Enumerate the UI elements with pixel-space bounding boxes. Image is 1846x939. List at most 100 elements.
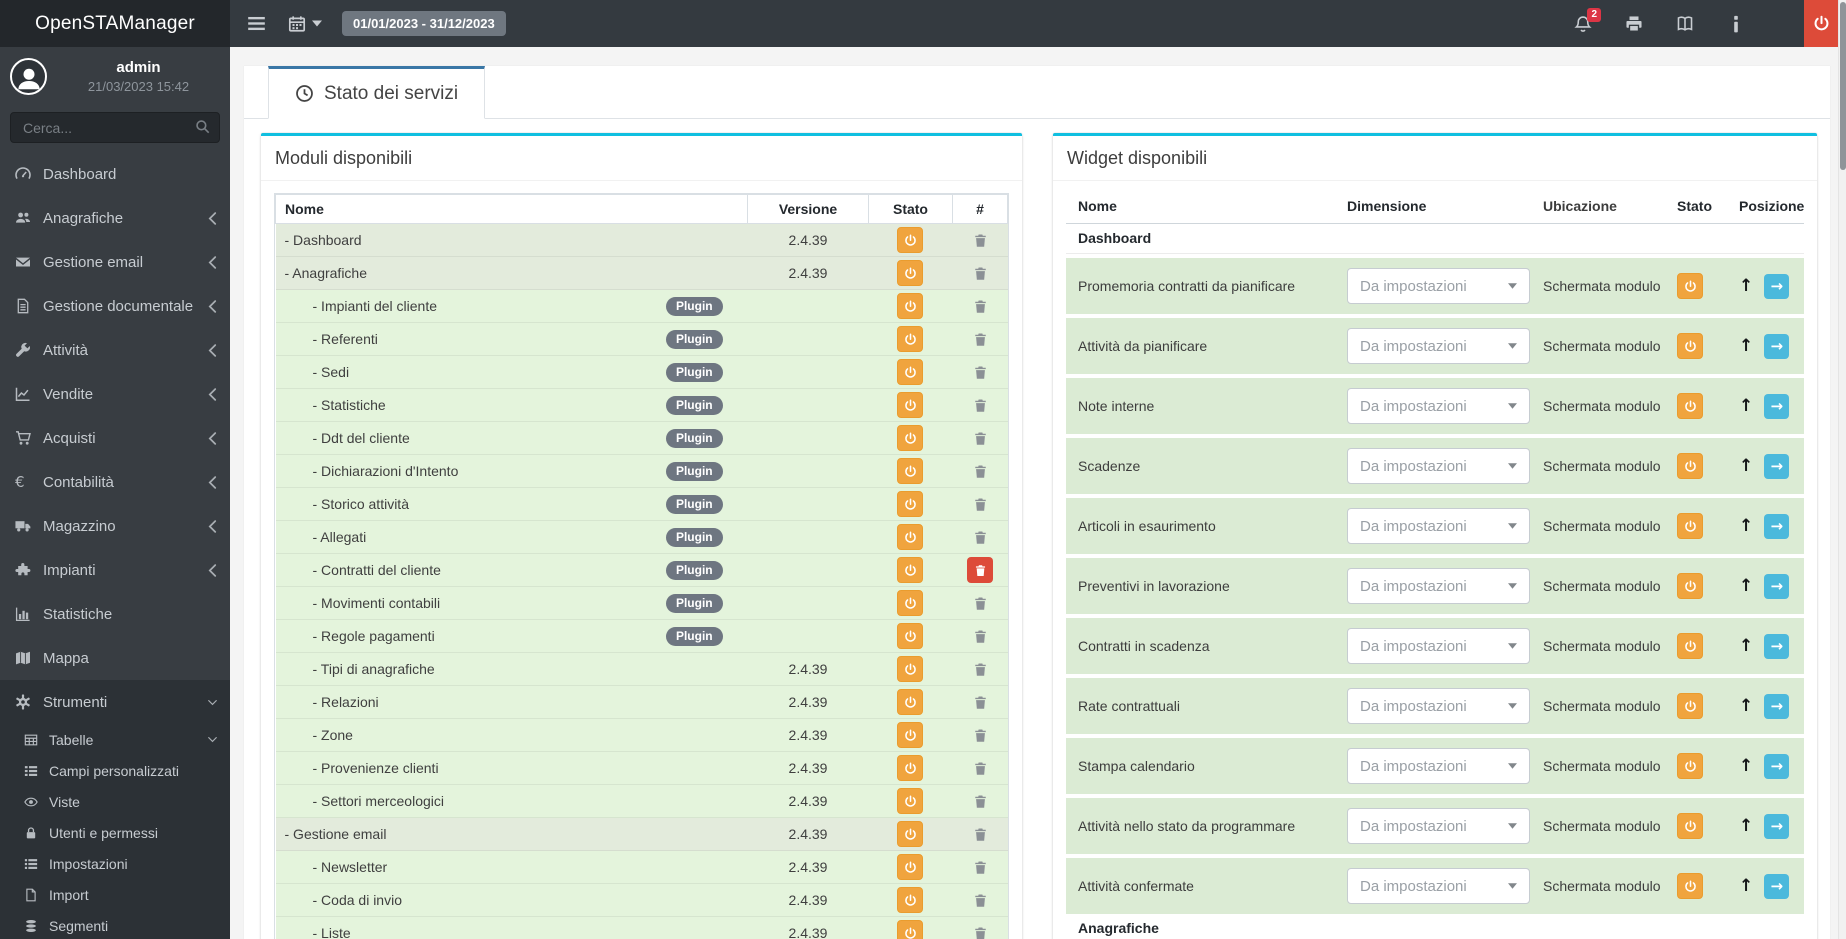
- dimension-select[interactable]: Da impostazioni: [1347, 508, 1530, 544]
- user-name[interactable]: admin: [57, 59, 220, 76]
- move-up-icon[interactable]: ↑: [1739, 576, 1753, 596]
- toggle-status-button[interactable]: [897, 689, 924, 715]
- sidebar-item-vendite[interactable]: Vendite: [0, 372, 230, 416]
- move-position-button[interactable]: →: [1764, 573, 1790, 599]
- toggle-widget-button[interactable]: [1677, 753, 1703, 779]
- delete-module-button[interactable]: [973, 497, 988, 512]
- date-range-badge[interactable]: 01/01/2023 - 31/12/2023: [342, 11, 506, 36]
- sidebar-item-contabilit-[interactable]: € Contabilità: [0, 460, 230, 504]
- sidebar-item-acquisti[interactable]: Acquisti: [0, 416, 230, 460]
- sidebar-item-magazzino[interactable]: Magazzino: [0, 504, 230, 548]
- move-up-icon[interactable]: ↑: [1739, 816, 1753, 836]
- delete-module-button[interactable]: [967, 557, 994, 583]
- dimension-select[interactable]: Da impostazioni: [1347, 328, 1530, 364]
- dimension-select[interactable]: Da impostazioni: [1347, 688, 1530, 724]
- move-up-icon[interactable]: ↑: [1739, 396, 1753, 416]
- move-up-icon[interactable]: ↑: [1739, 756, 1753, 776]
- toggle-status-button[interactable]: [897, 623, 924, 649]
- sidebar-item-statistiche[interactable]: Statistiche: [0, 592, 230, 636]
- toggle-status-button[interactable]: [897, 392, 924, 418]
- sidebar-item-attivit-[interactable]: Attività: [0, 328, 230, 372]
- toggle-status-button[interactable]: [897, 920, 924, 939]
- search-icon[interactable]: [195, 119, 210, 139]
- move-position-button[interactable]: →: [1764, 453, 1790, 479]
- delete-module-button[interactable]: [973, 728, 988, 743]
- delete-module-button[interactable]: [973, 530, 988, 545]
- info-button[interactable]: [1727, 15, 1745, 33]
- dimension-select[interactable]: Da impostazioni: [1347, 448, 1530, 484]
- move-position-button[interactable]: →: [1764, 753, 1790, 779]
- delete-module-button[interactable]: [973, 398, 988, 413]
- move-up-icon[interactable]: ↑: [1739, 876, 1753, 896]
- sidebar-subitem-tabelle[interactable]: Tabelle: [0, 724, 230, 755]
- sidebar-item-gestione-email[interactable]: Gestione email: [0, 240, 230, 284]
- toggle-widget-button[interactable]: [1677, 693, 1703, 719]
- move-position-button[interactable]: →: [1764, 633, 1790, 659]
- delete-module-button[interactable]: [973, 794, 988, 809]
- toggle-widget-button[interactable]: [1677, 393, 1703, 419]
- delete-module-button[interactable]: [973, 695, 988, 710]
- delete-module-button[interactable]: [973, 629, 988, 644]
- move-up-icon[interactable]: ↑: [1739, 636, 1753, 656]
- scrollbar-thumb[interactable]: [1840, 2, 1846, 170]
- manual-button[interactable]: [1676, 15, 1694, 33]
- toggle-widget-button[interactable]: [1677, 573, 1703, 599]
- delete-module-button[interactable]: [973, 662, 988, 677]
- delete-module-button[interactable]: [973, 365, 988, 380]
- dimension-select[interactable]: Da impostazioni: [1347, 268, 1530, 304]
- toggle-widget-button[interactable]: [1677, 513, 1703, 539]
- toggle-status-button[interactable]: [897, 755, 924, 781]
- delete-module-button[interactable]: [973, 926, 988, 939]
- move-position-button[interactable]: →: [1764, 693, 1790, 719]
- toggle-status-button[interactable]: [897, 458, 924, 484]
- toggle-status-button[interactable]: [897, 260, 924, 286]
- sidebar-item-dashboard[interactable]: Dashboard: [0, 152, 230, 196]
- move-position-button[interactable]: →: [1764, 273, 1790, 299]
- move-position-button[interactable]: →: [1764, 813, 1790, 839]
- delete-module-button[interactable]: [973, 860, 988, 875]
- dimension-select[interactable]: Da impostazioni: [1347, 808, 1530, 844]
- dimension-select[interactable]: Da impostazioni: [1347, 628, 1530, 664]
- toggle-status-button[interactable]: [897, 854, 924, 880]
- sidebar-item-anagrafiche[interactable]: Anagrafiche: [0, 196, 230, 240]
- toggle-widget-button[interactable]: [1677, 813, 1703, 839]
- dimension-select[interactable]: Da impostazioni: [1347, 388, 1530, 424]
- toggle-widget-button[interactable]: [1677, 333, 1703, 359]
- sidebar-item-mappa[interactable]: Mappa: [0, 636, 230, 680]
- sidebar-subitem-campi-personalizzati[interactable]: Campi personalizzati: [0, 755, 230, 786]
- tab-stato-dei-servizi[interactable]: Stato dei servizi: [268, 66, 486, 119]
- notifications-button[interactable]: 2: [1574, 7, 1601, 33]
- toggle-status-button[interactable]: [897, 656, 924, 682]
- dimension-select[interactable]: Da impostazioni: [1347, 748, 1530, 784]
- move-position-button[interactable]: →: [1764, 873, 1790, 899]
- toggle-status-button[interactable]: [897, 227, 924, 253]
- toggle-status-button[interactable]: [897, 557, 924, 583]
- calendar-dropdown[interactable]: [288, 15, 322, 33]
- toggle-status-button[interactable]: [897, 524, 924, 550]
- sidebar-item-gestione-documentale[interactable]: Gestione documentale: [0, 284, 230, 328]
- delete-module-button[interactable]: [973, 464, 988, 479]
- brand-logo[interactable]: OpenSTAManager: [0, 0, 230, 47]
- logout-button[interactable]: [1804, 0, 1838, 47]
- toggle-status-button[interactable]: [897, 788, 924, 814]
- toggle-widget-button[interactable]: [1677, 873, 1703, 899]
- toggle-status-button[interactable]: [897, 491, 924, 517]
- toggle-status-button[interactable]: [897, 326, 924, 352]
- sidebar-toggle-icon[interactable]: [247, 14, 266, 33]
- toggle-status-button[interactable]: [897, 722, 924, 748]
- delete-module-button[interactable]: [973, 596, 988, 611]
- move-up-icon[interactable]: ↑: [1739, 696, 1753, 716]
- sidebar-item-strumenti[interactable]: Strumenti: [0, 680, 230, 724]
- toggle-widget-button[interactable]: [1677, 633, 1703, 659]
- move-position-button[interactable]: →: [1764, 393, 1790, 419]
- toggle-widget-button[interactable]: [1677, 273, 1703, 299]
- dimension-select[interactable]: Da impostazioni: [1347, 868, 1530, 904]
- toggle-status-button[interactable]: [897, 887, 924, 913]
- delete-module-button[interactable]: [973, 233, 988, 248]
- delete-module-button[interactable]: [973, 299, 988, 314]
- sidebar-subitem-impostazioni[interactable]: Impostazioni: [0, 848, 230, 879]
- move-up-icon[interactable]: ↑: [1739, 336, 1753, 356]
- print-button[interactable]: [1625, 15, 1643, 33]
- delete-module-button[interactable]: [973, 332, 988, 347]
- toggle-status-button[interactable]: [897, 590, 924, 616]
